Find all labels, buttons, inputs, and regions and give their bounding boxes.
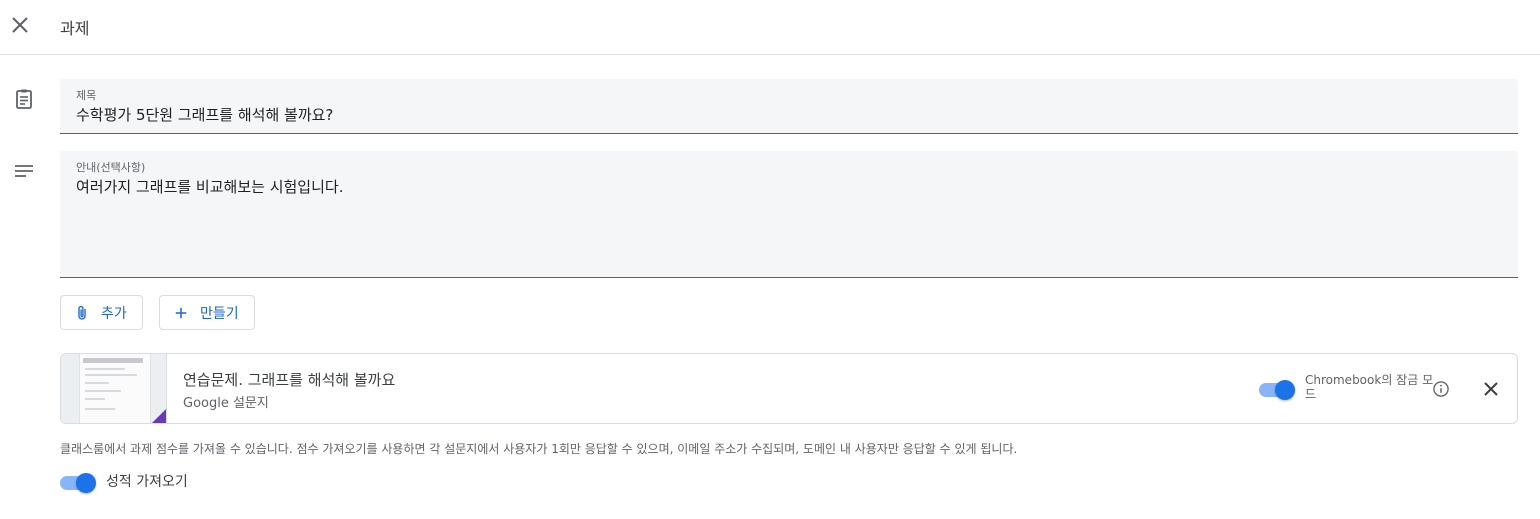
attachment-card[interactable]: 연습문제. 그래프를 해석해 볼까요 Google 설문지 Chromebook… — [60, 353, 1518, 424]
lock-mode-toggle[interactable] — [1259, 378, 1295, 400]
add-button-label: 추가 — [101, 305, 127, 322]
top-bar: 과제 — [0, 0, 1540, 55]
notes-icon — [12, 159, 36, 183]
lock-mode-label: Chromebook의 잠금 모드 — [1305, 373, 1434, 401]
info-icon[interactable] — [1431, 379, 1451, 399]
attachment-title[interactable]: 연습문제. 그래프를 해석해 볼까요 — [183, 369, 395, 390]
description-field-label: 안내(선택사항) — [76, 161, 146, 174]
close-icon[interactable] — [6, 11, 34, 39]
assignment-icon — [12, 87, 36, 111]
title-field[interactable]: 제목 수학평가 5단원 그래프를 해석해 볼까요? — [60, 79, 1518, 134]
google-forms-corner-icon — [150, 409, 166, 423]
remove-attachment-icon[interactable] — [1479, 377, 1503, 401]
plus-icon — [172, 304, 190, 322]
add-button[interactable]: 추가 — [60, 295, 143, 330]
create-button-label: 만들기 — [200, 305, 239, 322]
description-field[interactable]: 안내(선택사항) 여러가지 그래프를 비교해보는 시험입니다. — [60, 151, 1518, 278]
title-field-value[interactable]: 수학평가 5단원 그래프를 해석해 볼까요? — [76, 104, 333, 125]
attachment-subtitle: Google 설문지 — [183, 396, 269, 411]
title-field-label: 제목 — [76, 89, 97, 102]
attachment-thumbnail — [61, 354, 167, 423]
paperclip-icon — [73, 304, 91, 322]
grade-import-notice: 클래스룸에서 과제 점수를 가져올 수 있습니다. 점수 가져오기를 사용하면 … — [60, 442, 1018, 456]
grade-import-label: 성적 가져오기 — [106, 474, 188, 490]
description-field-value[interactable]: 여러가지 그래프를 비교해보는 시험입니다. — [76, 176, 343, 197]
grade-import-toggle[interactable] — [60, 471, 96, 493]
page-title: 과제 — [60, 19, 90, 38]
create-button[interactable]: 만들기 — [159, 295, 255, 330]
